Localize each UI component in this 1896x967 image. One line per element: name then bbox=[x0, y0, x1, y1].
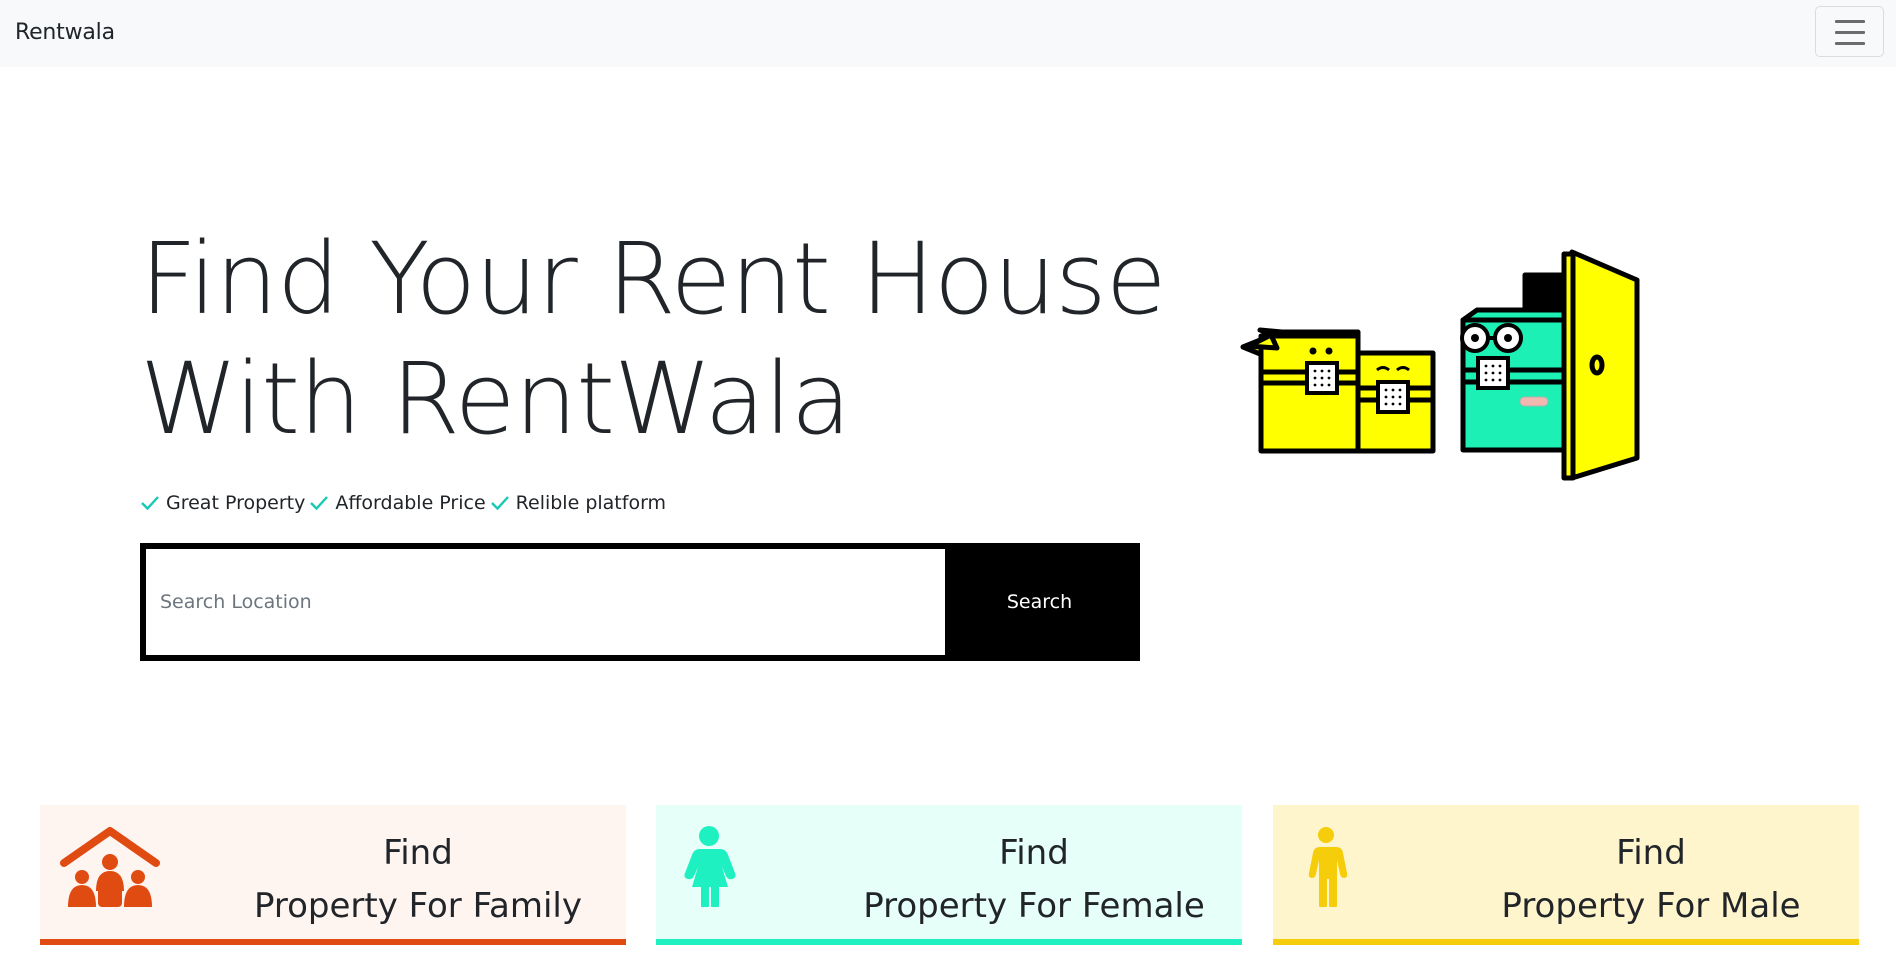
feature-label: Affordable Price bbox=[335, 492, 486, 514]
hero-title-line2: With RentWala bbox=[140, 342, 851, 457]
feature-item: Affordable Price bbox=[309, 492, 486, 514]
card-male-accent-bar bbox=[1273, 939, 1859, 945]
feature-label: Great Property bbox=[166, 492, 306, 514]
feature-item: Great Property bbox=[140, 492, 305, 514]
card-male-text: Find Property For Male bbox=[1501, 833, 1801, 926]
search-location-input[interactable] bbox=[146, 549, 945, 655]
card-male[interactable]: Find Property For Male bbox=[1273, 805, 1859, 945]
hero-title: Find Your Rent House With RentWala bbox=[140, 220, 1167, 460]
feature-label: Relible platform bbox=[515, 492, 667, 514]
hero-title-line1: Find Your Rent House bbox=[140, 222, 1167, 337]
check-icon bbox=[490, 496, 509, 511]
card-female-text: Find Property For Female bbox=[863, 833, 1205, 926]
navbar: Rentwala bbox=[0, 0, 1896, 67]
moving-boxes-door-illustration bbox=[1240, 249, 1640, 481]
search-button[interactable]: Search bbox=[945, 549, 1134, 655]
female-person-icon bbox=[684, 826, 736, 907]
card-female-accent-bar bbox=[656, 939, 1242, 945]
card-female[interactable]: Find Property For Female bbox=[656, 805, 1242, 945]
feature-item: Relible platform bbox=[490, 492, 666, 514]
card-family-text: Find Property For Family bbox=[253, 833, 582, 926]
brand-link[interactable]: Rentwala bbox=[15, 20, 115, 45]
menu-toggle-button[interactable] bbox=[1815, 6, 1884, 57]
card-family[interactable]: Find Property For Family bbox=[40, 805, 626, 945]
family-house-icon bbox=[60, 827, 160, 907]
male-person-icon bbox=[1308, 827, 1348, 907]
card-family-accent-bar bbox=[40, 939, 626, 945]
check-icon bbox=[310, 496, 329, 511]
search-form: Search bbox=[140, 543, 1140, 661]
feature-list: Great Property Affordable Price Relible … bbox=[140, 492, 670, 514]
hamburger-menu-icon bbox=[1835, 20, 1865, 23]
check-icon bbox=[141, 496, 159, 511]
